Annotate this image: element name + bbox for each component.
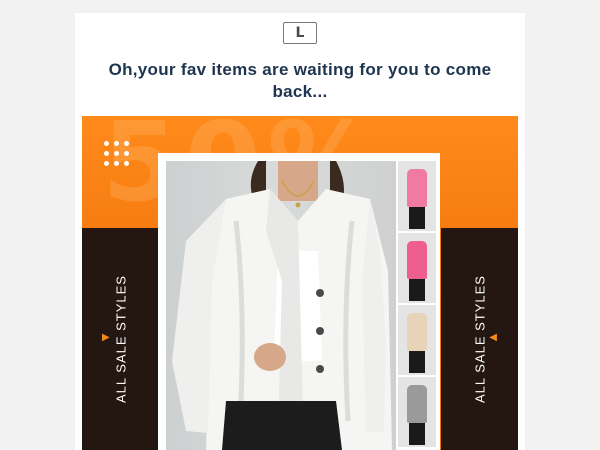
thumbnail-beige-blazer[interactable] xyxy=(398,305,436,375)
sale-panel-right[interactable]: ◀ ALL SALE STYLES xyxy=(441,228,518,450)
sale-banner[interactable]: 50% ▶ ALL SALE STYLES ◀ ALL SALE STYLES xyxy=(82,116,518,450)
sale-label-right: ALL SALE STYLES xyxy=(472,275,487,403)
product-image-frame[interactable] xyxy=(158,153,440,450)
thumbnail-pink-blazer-alt[interactable] xyxy=(398,233,436,303)
decorative-dots-icon xyxy=(104,141,130,167)
sale-panel-left[interactable]: ▶ ALL SALE STYLES xyxy=(82,228,159,450)
headline: Oh,your fav items are waiting for you to… xyxy=(108,60,492,101)
brand-logo[interactable]: L xyxy=(283,22,317,44)
brand-logo-letter: L xyxy=(295,25,305,41)
product-thumbnails xyxy=(398,161,436,450)
arrow-right-icon: ▶ xyxy=(102,332,110,343)
email-card: L Oh,your fav items are waiting for you … xyxy=(75,13,525,450)
sale-label-left: ALL SALE STYLES xyxy=(113,275,128,403)
thumbnail-pink-blazer[interactable] xyxy=(398,161,436,231)
arrow-left-icon: ◀ xyxy=(489,332,497,343)
model-white-blazer-illustration xyxy=(172,161,392,450)
product-photo-main[interactable] xyxy=(166,161,396,450)
thumbnail-grey-blazer[interactable] xyxy=(398,377,436,447)
